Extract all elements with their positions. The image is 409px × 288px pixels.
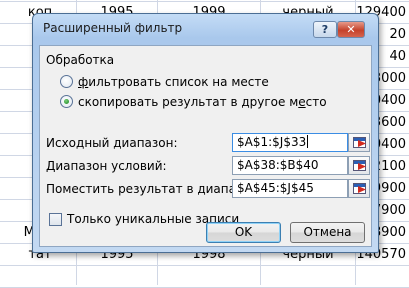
unique-records-checkbox[interactable] bbox=[49, 213, 62, 226]
radio-filter-in-place-text: ильтровать список на месте bbox=[88, 75, 269, 89]
criteria-range-value: $A$38:$B$40 bbox=[237, 158, 319, 172]
copy-to-label: Поместить результат в диапазон: bbox=[46, 182, 262, 196]
ok-button[interactable]: OK bbox=[206, 222, 281, 243]
copy-to-input[interactable]: $A$45:$J$45 bbox=[232, 179, 348, 198]
copy-to-collapse-button[interactable] bbox=[348, 179, 370, 198]
dialog-body: Обработка фильтровать список на месте ск… bbox=[39, 45, 372, 247]
radio-selected-dot bbox=[64, 99, 69, 104]
source-range-collapse-button[interactable] bbox=[348, 133, 370, 152]
radio-copy-to-location[interactable] bbox=[60, 95, 73, 108]
radio-copy-to-location-label[interactable]: скопировать результат в другое место bbox=[78, 95, 327, 109]
copy-to-value: $A$45:$J$45 bbox=[237, 181, 314, 195]
radio-copy-text-b: сто bbox=[305, 95, 327, 109]
radio-filter-in-place[interactable] bbox=[60, 75, 73, 88]
close-button[interactable]: ✕ bbox=[337, 21, 365, 38]
processing-group-label: Обработка bbox=[46, 53, 115, 67]
criteria-range-collapse-button[interactable] bbox=[348, 156, 370, 175]
criteria-range-input[interactable]: $A$38:$B$40 bbox=[232, 156, 348, 175]
help-button[interactable]: ? bbox=[313, 21, 337, 38]
source-range-value: $A$1:$J$33 bbox=[237, 135, 307, 149]
source-range-input[interactable]: $A$1:$J$33 bbox=[232, 133, 348, 152]
dialog-title: Расширенный фильтр bbox=[43, 21, 183, 35]
radio-filter-in-place-label[interactable]: фильтровать список на месте bbox=[78, 75, 269, 89]
radio-copy-hotkey: е bbox=[298, 95, 306, 109]
source-range-label: Исходный диапазон: bbox=[46, 136, 178, 150]
radio-copy-text-a: скопировать результат в другое м bbox=[78, 95, 299, 109]
cancel-button[interactable]: Отмена bbox=[290, 222, 365, 243]
criteria-range-label: Диапазон условий: bbox=[46, 159, 167, 173]
text-caret bbox=[307, 135, 309, 148]
advanced-filter-dialog: Расширенный фильтр ? ✕ Обработка фильтро… bbox=[32, 13, 379, 253]
